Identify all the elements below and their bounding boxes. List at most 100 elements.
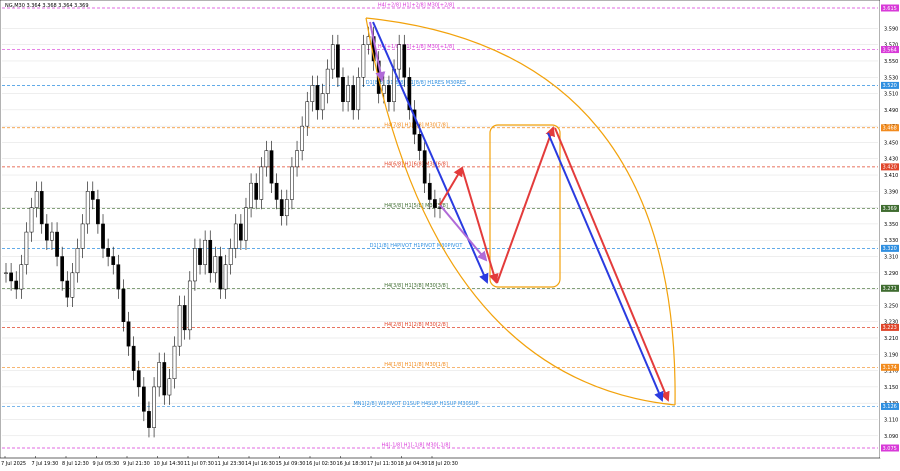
level-badge-label: 3.320	[883, 246, 897, 252]
candle-body	[381, 85, 386, 94]
candle-body	[397, 44, 402, 70]
candle-body	[330, 44, 335, 70]
candle-body	[284, 199, 289, 217]
x-tick-label: 7 Jul 2025	[1, 461, 26, 467]
candle-body	[259, 166, 264, 200]
x-tick-label: 16 Jul 18:30	[337, 461, 367, 467]
candle-body	[106, 248, 110, 257]
candle-body	[162, 362, 167, 396]
candle-body	[80, 223, 85, 249]
candle-body	[126, 321, 131, 347]
x-tick-label: 14 Jul 16:30	[245, 461, 275, 467]
candle-body	[315, 85, 320, 111]
candle-body	[85, 191, 90, 225]
level-badge-label: 3.468	[883, 126, 897, 132]
candle-body	[75, 248, 80, 274]
candle-body	[351, 85, 356, 111]
candle-body	[290, 166, 294, 200]
x-tick-label: 7 Jul 19:30	[32, 461, 59, 467]
candle-body	[300, 125, 304, 151]
candle-body	[387, 85, 391, 102]
y-tick-label: 3.590	[884, 26, 898, 32]
candle-body	[325, 68, 330, 94]
level-label: MN1[2/8] W1PIVOT D1SUP H4SUP H1SUP M30SU…	[353, 401, 478, 407]
candle-body	[254, 182, 259, 200]
candle-body	[422, 150, 427, 184]
candle-body	[264, 150, 269, 168]
candle-body	[336, 44, 340, 78]
candle-body	[147, 411, 151, 428]
candle-body	[65, 280, 70, 298]
candle-body	[177, 305, 182, 347]
y-tick-label: 3.390	[884, 189, 898, 195]
x-tick-label: 9 Jul 21:30	[123, 461, 150, 467]
candle-body	[70, 272, 75, 298]
candle-body	[9, 272, 13, 282]
chart-svg: H4[+2/8] H1[+2/8] M30[+2/8] H4[+1/8] H1[+…	[0, 0, 900, 467]
candle-body	[228, 248, 233, 265]
candle-body	[356, 77, 361, 111]
candle-body	[131, 345, 136, 371]
x-tick-label: 15 Jul 09:30	[276, 461, 306, 467]
level-badge-label: 3.564	[883, 47, 897, 53]
candle-body	[24, 231, 29, 265]
y-tick-label: 3.350	[884, 222, 898, 228]
candle-body	[402, 44, 407, 78]
y-tick-label: 3.530	[884, 75, 898, 81]
y-tick-label: 3.330	[884, 238, 898, 244]
candle-body	[341, 77, 345, 102]
candle-body	[417, 134, 422, 151]
candle-body	[193, 248, 197, 282]
candle-body	[116, 264, 121, 290]
candle-body	[55, 231, 59, 257]
candle-body	[213, 256, 218, 274]
candle-body	[223, 264, 228, 290]
candle-body	[249, 182, 253, 208]
x-tick-label: 17 Jul 11:30	[367, 461, 397, 467]
candle-body	[433, 199, 437, 208]
candle-body	[136, 370, 141, 388]
candle-body	[4, 272, 8, 274]
candle-body	[305, 101, 310, 127]
candle-body	[208, 239, 213, 274]
candle-body	[121, 288, 126, 322]
candle-body	[182, 305, 187, 331]
level-label: H4[2/8] H1[2/8] M30[2/8]	[384, 322, 448, 328]
y-tick-label: 3.490	[884, 108, 898, 114]
x-tick-label: 10 Jul 14:30	[154, 461, 184, 467]
candle-body	[96, 199, 100, 225]
y-tick-label: 3.290	[884, 271, 898, 277]
candle-body	[172, 345, 177, 379]
candle-body	[101, 223, 105, 249]
candle-body	[203, 239, 207, 265]
level-label: H4[3/8] H1[3/8] M30[3/8]	[384, 283, 448, 289]
level-badge-label: 3.369	[883, 206, 897, 212]
candle-body	[427, 182, 432, 200]
y-tick-label: 3.110	[884, 417, 898, 423]
y-tick-label: 3.510	[884, 92, 898, 98]
chart-root: H4[+2/8] H1[+2/8] M30[+2/8] H4[+1/8] H1[+…	[0, 0, 900, 467]
candle-body	[29, 207, 34, 233]
level-badge-label: 3.174	[883, 365, 897, 371]
x-tick-label: 16 Jul 02:30	[306, 461, 336, 467]
level-label: H4[+1/8] H1[+1/8] M30[+1/8]	[378, 44, 454, 50]
candle-body	[34, 191, 39, 208]
candle-body	[187, 280, 192, 331]
x-tick-label: 8 Jul 12:30	[62, 461, 89, 467]
level-badge-label: 3.223	[883, 325, 897, 331]
candle-body	[310, 85, 315, 102]
candle-body	[320, 93, 325, 111]
candle-body	[90, 191, 95, 200]
x-tick-label: 11 Jul 23:30	[215, 461, 245, 467]
candle-body	[14, 280, 19, 290]
level-badge-label: 3.420	[883, 165, 897, 171]
level-label: H4[+2/8] H1[+2/8] M30[+2/8]	[378, 3, 454, 9]
x-tick-label: 11 Jul 07:30	[184, 461, 214, 467]
level-label: H4[1/8] H1[1/8] M30[1/8]	[384, 362, 448, 368]
candle-body	[152, 386, 156, 428]
candle-body	[167, 378, 172, 396]
candle-body	[274, 182, 279, 200]
y-tick-label: 3.450	[884, 140, 898, 146]
candle-body	[50, 231, 54, 241]
x-tick-label: 18 Jul 20:30	[428, 461, 458, 467]
